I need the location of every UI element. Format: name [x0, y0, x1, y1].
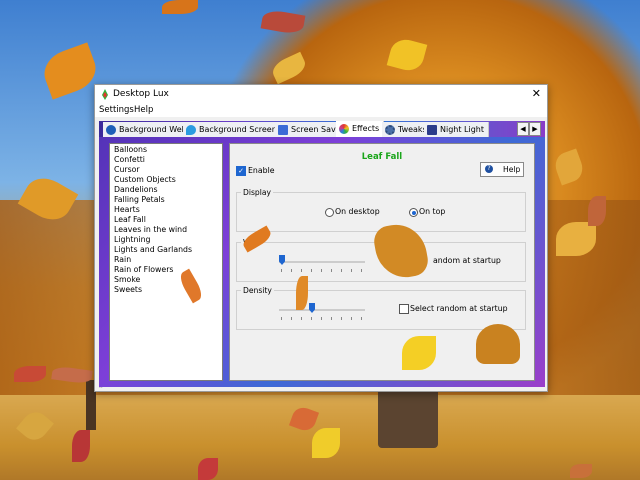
menu-bar: Settings Help — [95, 104, 547, 117]
wind-slider-ticks — [281, 269, 365, 272]
list-item[interactable]: Lights and Garlands — [114, 245, 192, 254]
help-label: Help — [503, 165, 521, 174]
panel-title: Leaf Fall — [361, 152, 403, 162]
list-item[interactable]: Leaves in the wind — [114, 225, 187, 234]
density-group: Density Select random at startup — [236, 286, 526, 330]
tab-night-light[interactable]: Night Light — [424, 122, 489, 137]
gear-icon — [385, 125, 395, 135]
density-group-title: Density — [241, 286, 274, 295]
leaf-icon — [72, 430, 90, 462]
tree-icon — [476, 324, 520, 364]
wind-slider-track — [279, 261, 365, 263]
leaf-icon — [556, 222, 596, 256]
resize-grip[interactable]: ·· — [99, 385, 103, 392]
leaf-icon — [402, 336, 436, 370]
tab-scroll-left-button[interactable]: ◀ — [517, 122, 529, 136]
wind-slider[interactable] — [279, 255, 285, 265]
tab-label: Background Web — [119, 125, 187, 134]
help-icon: ? — [485, 165, 493, 173]
list-item[interactable]: Rain of Flowers — [114, 265, 173, 274]
drop-icon — [186, 125, 196, 135]
close-button[interactable]: ✕ — [532, 87, 541, 100]
list-item[interactable]: Balloons — [114, 145, 147, 154]
density-slider-ticks — [281, 317, 365, 320]
leaf-icon — [162, 0, 198, 14]
app-logo-icon — [102, 89, 108, 100]
list-item[interactable]: Hearts — [114, 205, 140, 214]
tab-scroll-right-button[interactable]: ▶ — [529, 122, 541, 136]
display-group: Display On desktop On top — [236, 188, 526, 232]
tab-label: Night Light — [440, 125, 484, 134]
title-bar: Desktop Lux ✕ — [95, 85, 547, 104]
leaf-icon — [296, 276, 308, 310]
moon-icon — [427, 125, 437, 135]
density-random-label: Select random at startup — [410, 304, 508, 313]
monitor-icon — [278, 125, 288, 135]
on-desktop-label: On desktop — [335, 207, 380, 216]
leaf-icon — [38, 42, 102, 100]
list-item[interactable]: Falling Petals — [114, 195, 165, 204]
effects-icon — [339, 124, 349, 134]
list-item[interactable]: Smoke — [114, 275, 140, 284]
leaf-icon — [312, 428, 340, 458]
list-item[interactable]: Custom Objects — [114, 175, 176, 184]
on-top-radio[interactable] — [409, 208, 418, 217]
density-slider-track — [279, 309, 365, 311]
enable-checkbox[interactable]: ✓ — [236, 166, 246, 176]
effects-listbox[interactable]: Balloons Confetti Cursor Custom Objects … — [109, 143, 223, 381]
menu-help[interactable]: Help — [134, 105, 153, 115]
leaf-icon — [14, 366, 46, 382]
density-random-checkbox[interactable] — [399, 304, 409, 314]
enable-label: Enable — [248, 166, 275, 175]
list-item[interactable]: Dandelions — [114, 185, 158, 194]
density-slider[interactable] — [309, 303, 315, 313]
list-item[interactable]: Cursor — [114, 165, 140, 174]
leaf-icon — [570, 464, 592, 478]
wind-random-label: andom at startup — [433, 256, 501, 265]
list-item[interactable]: Confetti — [114, 155, 145, 164]
leaf-icon — [588, 196, 606, 226]
tab-label: Effects — [352, 124, 380, 133]
leaf-icon — [198, 458, 218, 480]
list-item[interactable]: Sweets — [114, 285, 142, 294]
tab-background-web[interactable]: Background Web — [103, 122, 192, 137]
list-item[interactable]: Lightning — [114, 235, 150, 244]
tab-label: Tweaks — [398, 125, 427, 134]
help-button[interactable]: ? Help — [480, 162, 524, 177]
window-title: Desktop Lux — [113, 89, 169, 99]
tab-strip: Background Web Background Screen Saver S… — [99, 121, 545, 137]
list-item[interactable]: Rain — [114, 255, 131, 264]
list-item[interactable]: Leaf Fall — [114, 215, 146, 224]
on-top-label: On top — [419, 207, 446, 216]
display-group-title: Display — [241, 188, 273, 197]
on-desktop-radio[interactable] — [325, 208, 334, 217]
menu-settings[interactable]: Settings — [99, 105, 134, 115]
globe-icon — [106, 125, 116, 135]
tab-effects[interactable]: Effects — [336, 121, 385, 137]
